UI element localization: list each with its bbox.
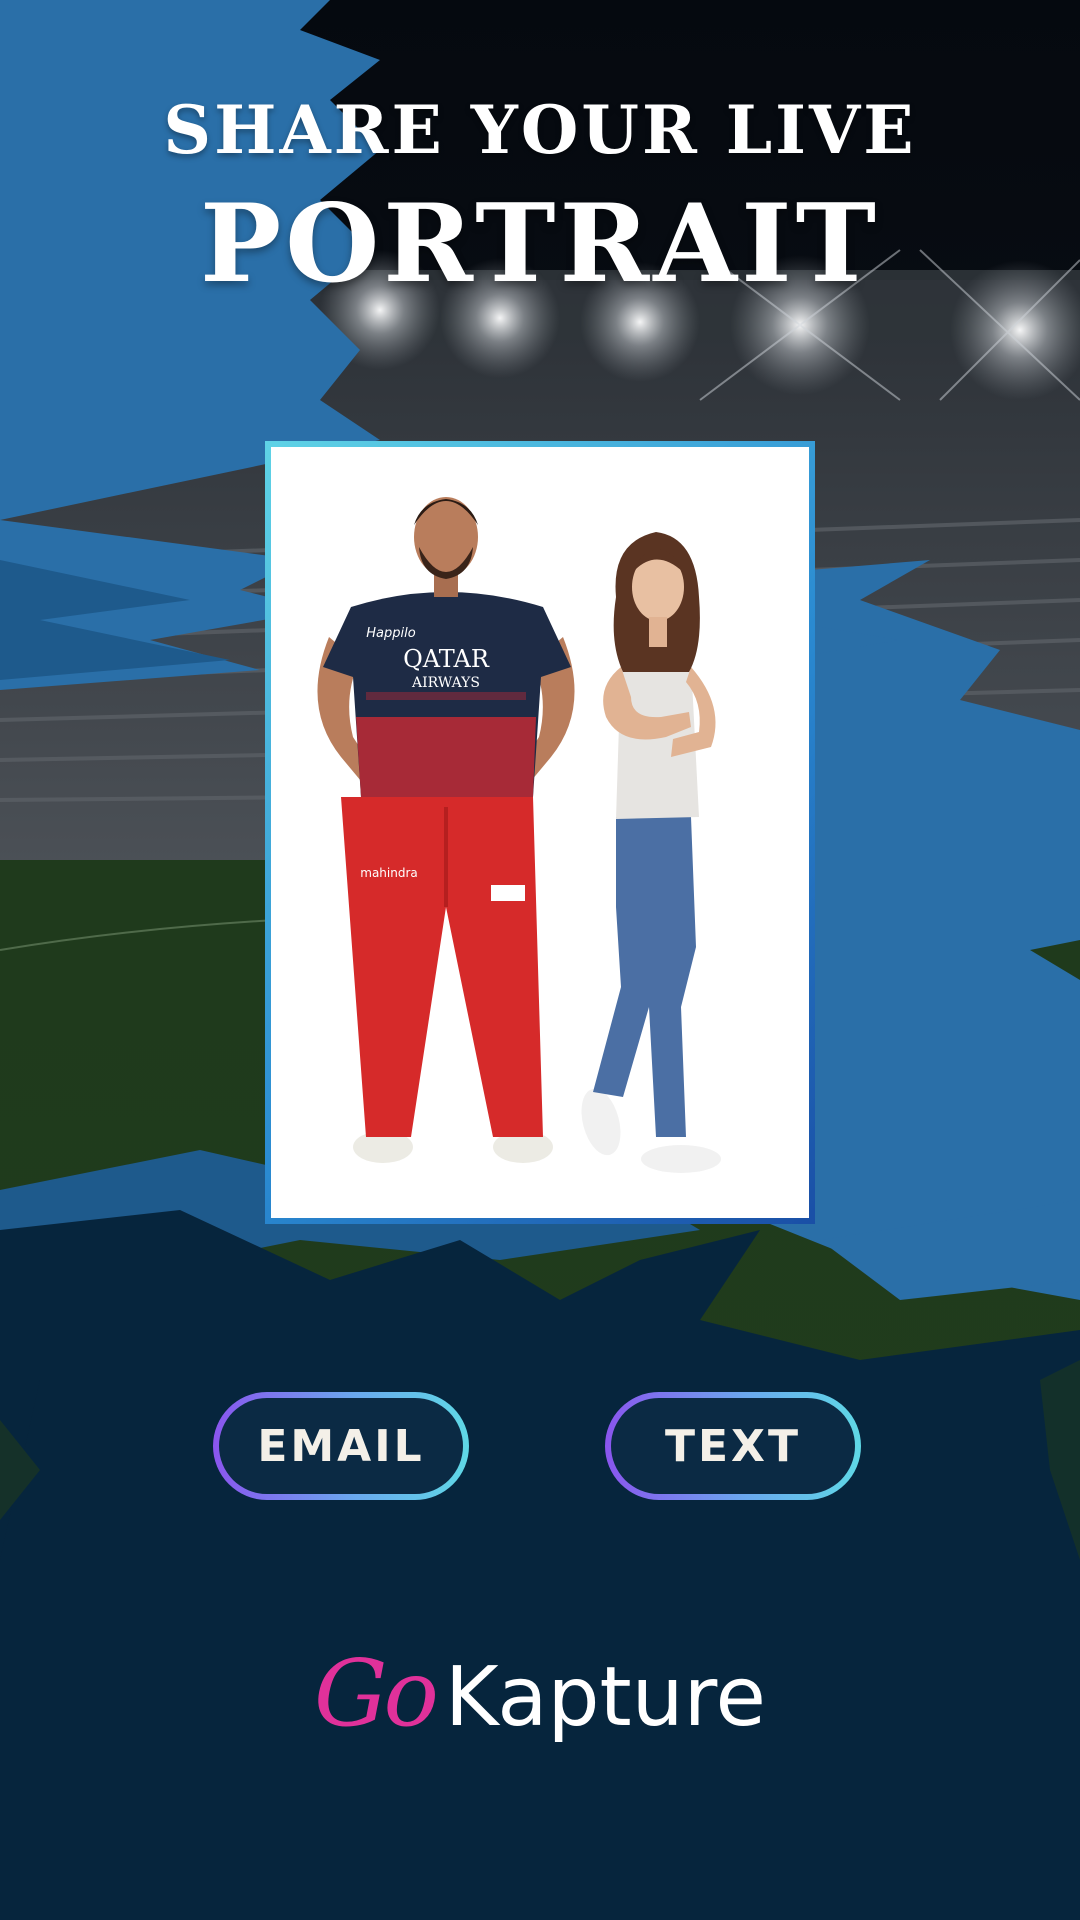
heading-line-portrait: PORTRAIT [200, 181, 880, 307]
gokapture-logo: Go Kapture [0, 1640, 1080, 1747]
logo-name: Kapture [444, 1650, 766, 1745]
logo-prefix: Go [313, 1640, 439, 1747]
jersey-sponsor-line1: QATAR [403, 645, 490, 673]
share-heading: SHARE YOUR LIVE PORTRAIT [0, 90, 1080, 306]
portrait-photo: QATAR AIRWAYS Happilo mahindra [271, 447, 809, 1218]
woman-figure [581, 532, 721, 1173]
heading-line-share: SHARE YOUR LIVE [163, 91, 917, 169]
jersey-sponsor-line2: AIRWAYS [411, 675, 480, 691]
pants-brand: mahindra [360, 866, 418, 880]
jersey-chest-brand: Happilo [366, 626, 415, 641]
cricketer-figure: QATAR AIRWAYS Happilo mahindra [317, 497, 575, 1163]
portrait-people-illustration: QATAR AIRWAYS Happilo mahindra [317, 497, 721, 1173]
email-button[interactable]: EMAIL [213, 1392, 469, 1500]
share-portrait-screen: SHARE YOUR LIVE PORTRAIT QATAR AIRWAYS H… [0, 0, 1080, 1920]
email-button-label: EMAIL [257, 1420, 425, 1472]
text-button-label: TEXT [664, 1420, 801, 1472]
text-button[interactable]: TEXT [605, 1392, 861, 1500]
portrait-photo-frame: QATAR AIRWAYS Happilo mahindra [265, 441, 815, 1224]
